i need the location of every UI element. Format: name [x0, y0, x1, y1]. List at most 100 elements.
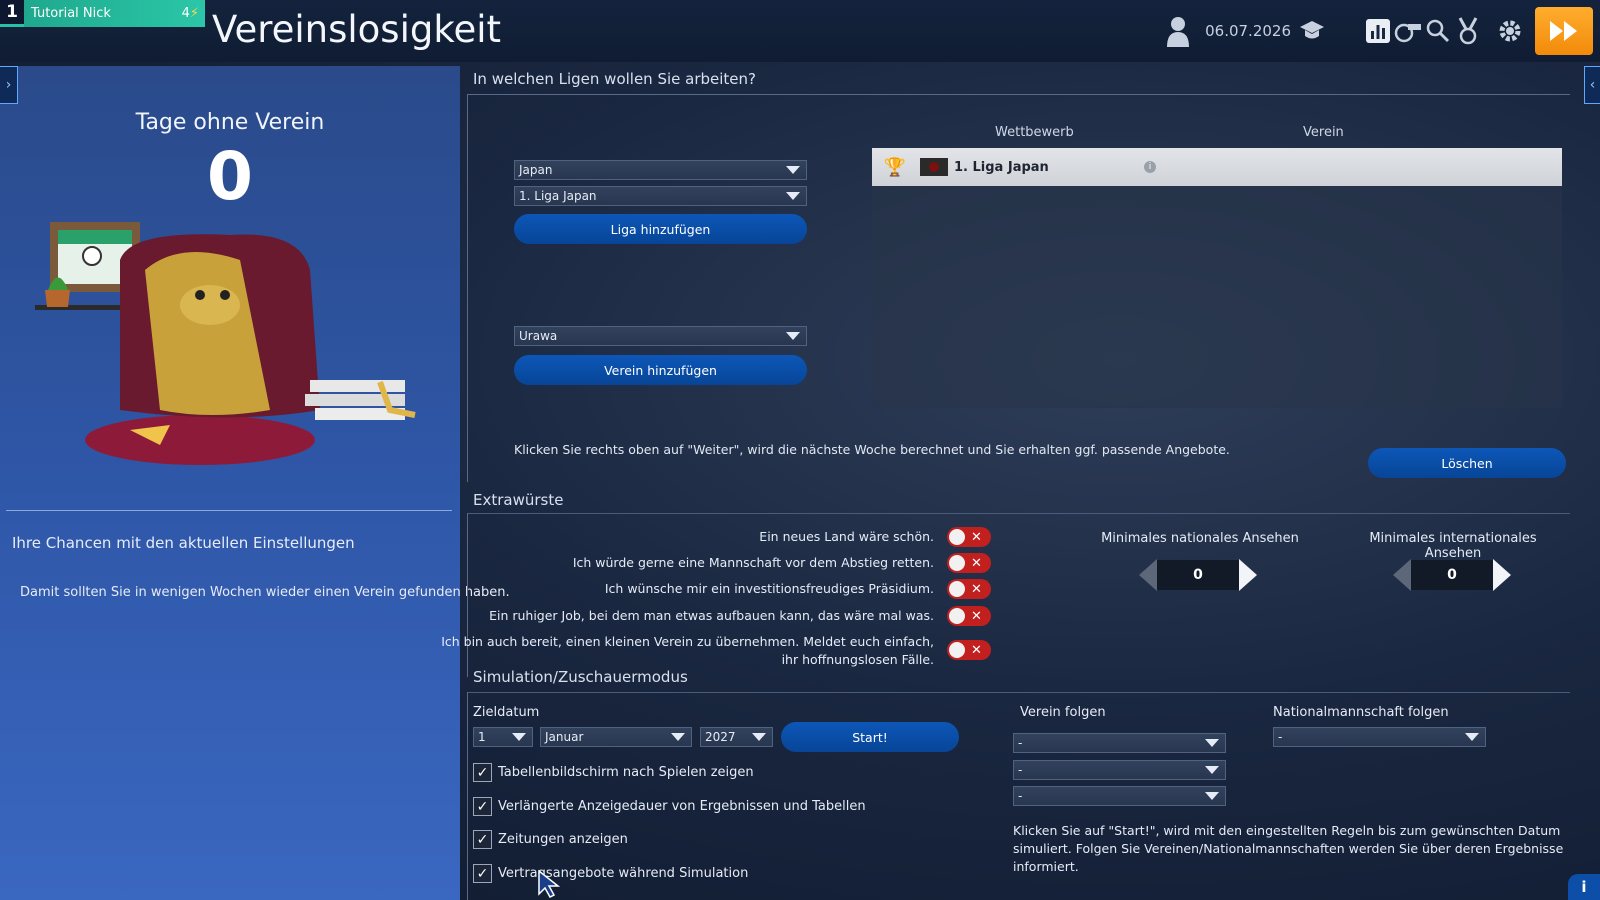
add-club-button[interactable]: Verein hinzufügen — [514, 355, 807, 385]
energy-indicator: 4⚡ — [182, 6, 199, 21]
target-month-value: Januar — [545, 730, 584, 744]
close-icon: ✕ — [971, 555, 982, 571]
follow-nation-dropdown[interactable]: - — [1273, 727, 1486, 747]
trophy-icon: 🏆 — [883, 156, 907, 178]
target-date-label: Zieldatum — [473, 705, 540, 720]
medal-icon[interactable] — [1453, 16, 1483, 46]
person-icon[interactable] — [1163, 16, 1193, 47]
league-dropdown-value: 1. Liga Japan — [519, 189, 597, 203]
chevron-down-icon — [786, 192, 800, 200]
option-contract-offers-label: Vertragsangebote während Simulation — [498, 866, 749, 881]
pref-quiet-job-label: Ein ruhiger Job, bei dem man etwas aufba… — [489, 608, 934, 623]
follow-nation-value: - — [1278, 730, 1283, 744]
min-national-stepper: 0 — [1139, 557, 1257, 593]
top-bar: 1 Tutorial Nick 4⚡ Vereinslosigkeit 06.0… — [0, 0, 1600, 62]
delete-button[interactable]: Löschen — [1368, 448, 1566, 478]
follow-club-dropdown-1[interactable]: - — [1013, 733, 1226, 753]
checkbox-checked-icon[interactable]: ✓ — [473, 763, 492, 782]
close-icon: ✕ — [971, 581, 982, 597]
pref-quiet-job-toggle[interactable]: ✕ — [947, 606, 991, 626]
follow-nation-label: Nationalmannschaft folgen — [1273, 705, 1449, 720]
chevron-down-icon — [1465, 733, 1479, 741]
country-dropdown-value: Japan — [519, 163, 553, 177]
expand-left-tab[interactable]: › — [0, 66, 18, 104]
close-icon: ✕ — [971, 642, 982, 658]
left-divider — [6, 510, 452, 511]
extras-heading: Extrawürste — [473, 491, 564, 509]
chevron-down-icon — [786, 332, 800, 340]
pref-small-club-toggle[interactable]: ✕ — [947, 640, 991, 660]
fast-forward-button[interactable] — [1535, 7, 1593, 55]
col-club: Verein — [1303, 125, 1344, 140]
target-month-dropdown[interactable]: Januar — [540, 727, 692, 747]
leagues-heading: In welchen Ligen wollen Sie arbeiten? — [473, 70, 756, 88]
mouse-cursor-icon — [538, 870, 561, 898]
chevron-down-icon — [1205, 739, 1219, 747]
min-international-stepper: 0 — [1393, 557, 1511, 593]
chevron-down-icon — [1205, 792, 1219, 800]
min-international-value: 0 — [1411, 560, 1493, 590]
arrow-right-icon[interactable] — [1239, 559, 1257, 591]
target-day-dropdown[interactable]: 1 — [473, 727, 533, 747]
option-newspapers[interactable]: ✓ Zeitungen anzeigen — [473, 830, 628, 849]
target-year-dropdown[interactable]: 2027 — [700, 727, 773, 747]
japan-flag-icon — [920, 158, 948, 176]
arrow-left-icon[interactable] — [1393, 559, 1411, 591]
chances-text: Damit sollten Sie in wenigen Wochen wied… — [20, 585, 510, 600]
league-table — [872, 148, 1562, 408]
manager-badge[interactable]: 1 Tutorial Nick 4⚡ — [0, 0, 205, 27]
days-without-club-value: 0 — [207, 138, 253, 215]
add-league-button[interactable]: Liga hinzufügen — [514, 214, 807, 244]
gear-icon[interactable] — [1495, 16, 1525, 46]
club-dropdown[interactable]: Urawa — [514, 326, 807, 346]
info-icon[interactable]: i — [1144, 161, 1156, 173]
start-simulation-button[interactable]: Start! — [781, 722, 959, 752]
country-dropdown[interactable]: Japan — [514, 160, 807, 180]
manager-name: Tutorial Nick — [31, 6, 111, 21]
page-title: Vereinslosigkeit — [212, 8, 501, 51]
chevron-down-icon — [786, 166, 800, 174]
min-national-label: Minimales nationales Ansehen — [1101, 531, 1299, 546]
row-competition: 1. Liga Japan — [954, 159, 1049, 175]
current-date: 06.07.2026 — [1205, 22, 1291, 40]
option-table-screen[interactable]: ✓ Tabellenbildschirm nach Spielen zeigen — [473, 763, 754, 782]
bar-chart-icon[interactable] — [1363, 16, 1393, 46]
lightning-icon: ⚡ — [189, 6, 199, 21]
checkbox-checked-icon[interactable]: ✓ — [473, 864, 492, 883]
arrow-right-icon[interactable] — [1493, 559, 1511, 591]
top-icon-bar: 06.07.2026 — [1163, 0, 1600, 62]
pref-small-club-line1: Ich bin auch bereit, einen kleinen Verei… — [441, 634, 934, 649]
search-icon[interactable] — [1423, 16, 1453, 46]
days-without-club-label: Tage ohne Verein — [135, 110, 325, 135]
col-competition: Wettbewerb — [995, 125, 1074, 140]
table-row[interactable]: 🏆 1. Liga Japan i — [872, 148, 1562, 186]
pref-new-country-toggle[interactable]: ✕ — [947, 527, 991, 547]
option-extended-display[interactable]: ✓ Verlängerte Anzeigedauer von Ergebniss… — [473, 797, 866, 816]
arrow-left-icon[interactable] — [1139, 559, 1157, 591]
manager-slot: 1 — [0, 0, 24, 27]
whistle-icon[interactable] — [1393, 16, 1423, 46]
energy-value: 4 — [181, 6, 190, 21]
info-icon[interactable]: i — [1568, 874, 1600, 900]
expand-right-tab[interactable]: ‹ — [1584, 66, 1600, 104]
option-extended-display-label: Verlängerte Anzeigedauer von Ergebnissen… — [498, 799, 866, 814]
pref-relegation-toggle[interactable]: ✕ — [947, 553, 991, 573]
checkbox-checked-icon[interactable]: ✓ — [473, 830, 492, 849]
min-national-value: 0 — [1157, 560, 1239, 590]
option-contract-offers[interactable]: ✓ Vertragsangebote während Simulation — [473, 864, 748, 883]
follow-club-value-3: - — [1018, 789, 1023, 803]
chevron-down-icon — [512, 733, 526, 741]
chevron-down-icon — [752, 733, 766, 741]
pref-investing-board-toggle[interactable]: ✕ — [947, 579, 991, 599]
pref-relegation-label: Ich würde gerne eine Mannschaft vor dem … — [572, 555, 934, 570]
simulation-note: Klicken Sie auf "Start!", wird mit den e… — [1013, 823, 1564, 874]
follow-club-dropdown-3[interactable]: - — [1013, 786, 1226, 806]
weiter-hint: Klicken Sie rechts oben auf "Weiter", wi… — [514, 442, 1230, 457]
follow-club-dropdown-2[interactable]: - — [1013, 760, 1226, 780]
checkbox-checked-icon[interactable]: ✓ — [473, 797, 492, 816]
manager-name-bar: Tutorial Nick 4⚡ — [24, 0, 205, 27]
chevron-right-icon: › — [5, 77, 12, 93]
close-icon: ✕ — [971, 608, 982, 624]
league-dropdown[interactable]: 1. Liga Japan — [514, 186, 807, 206]
graduation-cap-icon[interactable] — [1297, 16, 1327, 46]
